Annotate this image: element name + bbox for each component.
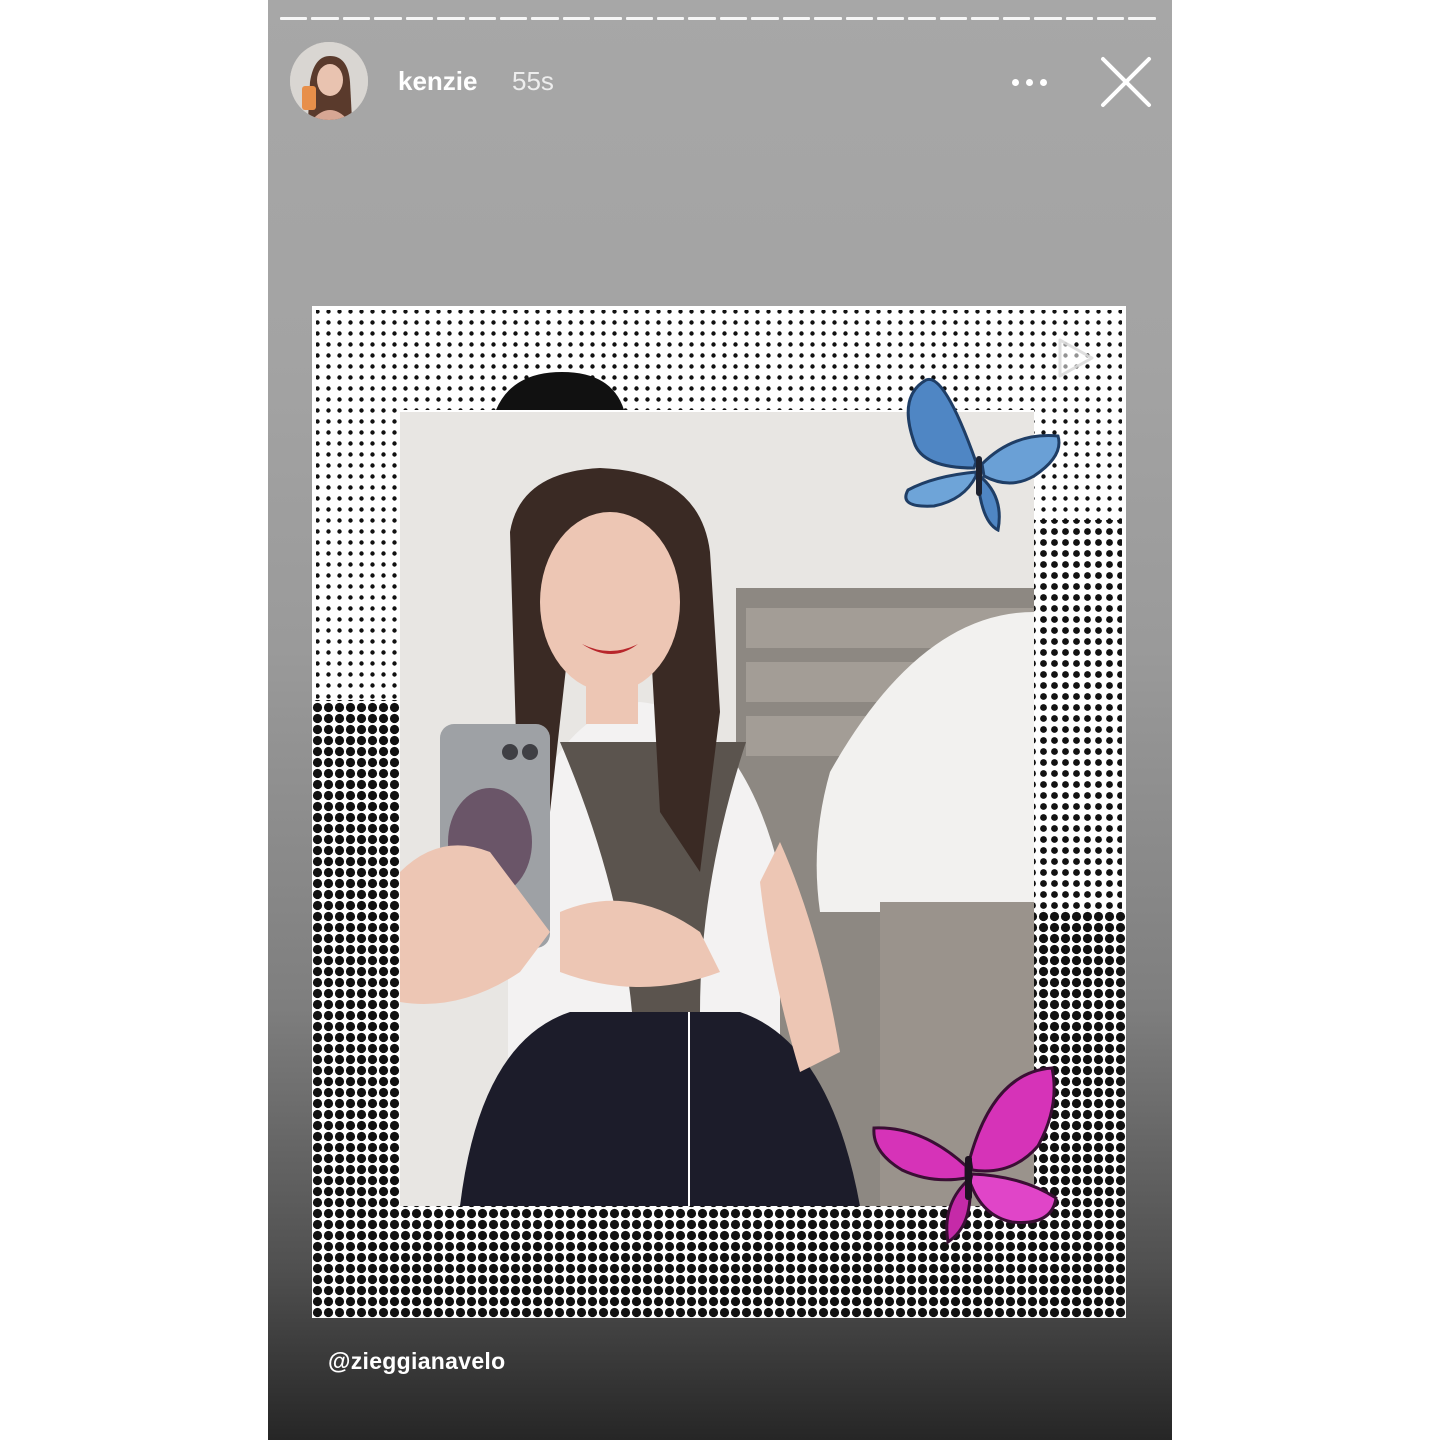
progress-segment [719,17,748,20]
progress-segment [499,17,528,20]
shared-post-card[interactable] [312,306,1126,1318]
progress-segment [468,17,496,20]
story-timestamp: 55s [512,66,554,96]
progress-segment [782,17,811,20]
story-username[interactable]: kenzie [398,66,478,97]
progress-segment [1034,17,1062,20]
progress-segment [751,17,779,20]
progress-segment [1065,17,1093,20]
progress-segment [562,17,591,20]
more-horizontal-icon[interactable] [1002,60,1056,104]
progress-segment [939,17,968,20]
progress-segment [374,17,402,20]
blue-butterfly-icon [894,372,1064,533]
progress-segment [280,17,308,20]
story-viewer[interactable]: kenzie 55s @zieggianavelo [268,0,1172,1440]
story-progress-bar [280,17,1156,21]
progress-segment [688,17,716,20]
progress-segment [971,17,999,20]
progress-segment [342,17,371,20]
progress-segment [625,17,654,20]
progress-segment [1128,17,1156,20]
progress-segment [877,17,905,20]
mention-sticker[interactable]: @zieggianavelo [328,1348,505,1375]
progress-segment [594,17,622,20]
progress-segment [1096,17,1125,20]
progress-segment [814,17,842,20]
close-icon[interactable] [1096,52,1156,112]
progress-segment [657,17,685,20]
progress-segment [531,17,559,20]
progress-segment [1002,17,1031,20]
progress-segment [405,17,434,20]
progress-segment [311,17,339,20]
progress-segment [845,17,874,20]
pink-butterfly-icon [872,1066,1062,1246]
progress-segment [908,17,936,20]
avatar[interactable] [290,42,368,120]
progress-segment [437,17,465,20]
